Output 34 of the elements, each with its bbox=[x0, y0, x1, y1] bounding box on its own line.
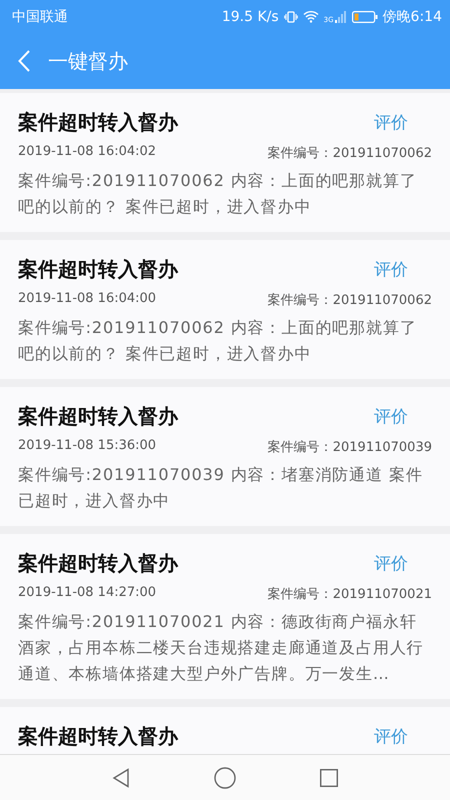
case-content: 案件编号:201911070039 内容：堵塞消防通道 案件已超时，进入督办中 bbox=[18, 464, 424, 512]
date-time: 2019-11-08 15:36:00 bbox=[18, 438, 156, 455]
date-time: 2019-11-08 16:04:02 bbox=[18, 144, 156, 161]
page-title: 一键督办 bbox=[48, 48, 128, 74]
notice-card[interactable]: 案件超时转入督办 评价 bbox=[0, 707, 450, 754]
vibrate-icon bbox=[284, 10, 298, 24]
date-time: 2019-11-08 14:27:00 bbox=[18, 585, 156, 602]
back-icon bbox=[18, 50, 30, 72]
card-title: 案件超时转入督办 bbox=[18, 256, 178, 283]
card-title: 案件超时转入督办 bbox=[18, 723, 178, 750]
notice-card[interactable]: 案件超时转入督办 评价 2019-11-08 16:04:00 案件编号：201911070062 案件编号:201911070062 内容：上面的吧那就算了吧的以前的？ 案件已超时，进入督办中 bbox=[0, 240, 450, 379]
case-number: 案件编号：201911070062 bbox=[268, 145, 432, 162]
case-content: 案件编号:201911070021 内容：德政街商户福永轩酒家，占用夲栋二楼天台违规搭建走廊通道及占用人行通道、本栋墙体搭建大型户外广告牌。万一发生… bbox=[18, 611, 425, 685]
notice-card[interactable]: 案件超时转入督办 评价 2019-11-08 16:04:02 案件编号：201911070062 案件编号:201911070062 内容：上面的吧那就算了吧的以前的？ 案件已超时，进入督办中 bbox=[0, 93, 450, 232]
signal-icon bbox=[334, 10, 347, 22]
carrier-name: 中国联通 bbox=[12, 8, 68, 26]
recents-nav-icon[interactable] bbox=[320, 768, 338, 786]
notice-card[interactable]: 案件超时转入督办 评价 2019-11-08 15:36:00 案件编号：201911070039 案件编号:201911070039 内容：堵塞消防通道 案件已超时，进入督办中 bbox=[0, 387, 450, 526]
network-speed: 19.5 K/s bbox=[222, 8, 279, 24]
case-content: 案件编号:201911070062 内容：上面的吧那就算了吧的以前的？ 案件已超时，进入督办中 bbox=[18, 170, 418, 218]
clock: 傍晚6:14 bbox=[382, 8, 442, 26]
back-nav-icon[interactable] bbox=[112, 768, 130, 788]
card-title: 案件超时转入督办 bbox=[18, 109, 178, 136]
case-content: 案件编号:201911070062 内容：上面的吧那就算了吧的以前的？ 案件已超时，进入督办中 bbox=[18, 317, 418, 365]
case-number: 案件编号：201911070062 bbox=[268, 292, 432, 309]
card-title: 案件超时转入督办 bbox=[18, 550, 178, 577]
wifi-icon bbox=[302, 10, 319, 23]
card-title: 案件超时转入督办 bbox=[18, 403, 178, 430]
case-number: 案件编号：201911070039 bbox=[268, 439, 432, 456]
date-time: 2019-11-08 16:04:00 bbox=[18, 291, 156, 308]
case-number: 案件编号：201911070021 bbox=[268, 586, 432, 603]
home-nav-icon[interactable] bbox=[214, 766, 236, 788]
battery-icon bbox=[352, 10, 378, 22]
notice-card[interactable]: 案件超时转入督办 评价 2019-11-08 14:27:00 案件编号：201911070021 案件编号:201911070021 内容：德政街商户福永轩酒家，占用夲栋二楼天台违规搭建走廊通道及占用人行通道、本栋墙体搭建大型户外广告牌。万一发生… bbox=[0, 534, 450, 699]
